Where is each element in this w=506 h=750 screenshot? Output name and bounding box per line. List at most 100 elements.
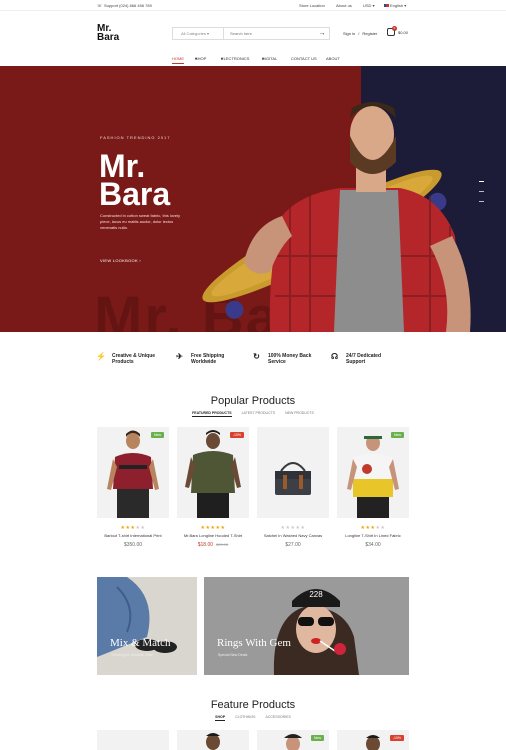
main-nav: HOME SHOP ▾ ELECTRONICS ▾ DIGITAL ▾ CONT… [0,56,506,64]
slider-dot[interactable] [479,181,484,182]
register-link[interactable]: Register [362,31,377,36]
slider-dot[interactable] [479,191,484,192]
account-links: Sign in / Register [343,31,377,36]
product-name[interactable]: Mr.Bara Longline Hooded T-Shirt [177,533,249,538]
product-name[interactable]: Longline T-Shirt In Lined Fabric [337,533,409,538]
promo-banner-mix-match[interactable]: Mix & Match Trending for Smashin Style [97,577,197,675]
svg-text:228: 228 [309,590,323,599]
tab-accessories[interactable]: ACCESSORIES [266,715,291,721]
category-select[interactable]: All Categories ▾ [173,28,224,39]
view-lookbook-link[interactable]: VIEW LOOKBOOK › [100,258,141,263]
product-card[interactable]: ★★★★★ Satchel In Washed Navy Canvas $27.… [257,427,329,548]
store-location-link[interactable]: Store Location [299,3,336,8]
product-image[interactable] [97,730,169,750]
banner-title: Rings With Gem [217,637,291,649]
new-badge: New [390,432,404,438]
product-price: $27.00 [285,542,301,548]
nav-contact-us[interactable]: CONTACT US [291,56,317,61]
nav-digital[interactable]: DIGITAL ▾ [262,56,277,61]
product-image[interactable]: -10% [177,427,249,518]
hero-title: Mr. Bara [99,148,171,212]
product-name[interactable]: Satchel In Washed Navy Canvas [257,533,329,538]
about-us-link[interactable]: About us [336,3,363,8]
support-info: ☏ Support (024) 666 456 789 [97,3,152,8]
divider: / [358,31,360,36]
active-underline [172,63,184,64]
refresh-icon: ↻ [253,352,260,361]
product-price: $34.00 [365,542,381,548]
tab-featured[interactable]: FEATURED PRODUCTS [192,411,232,417]
rating-stars: ★★★★★ [120,525,146,531]
cart-button[interactable]: 0 $0.00 [387,26,409,36]
banner-image [97,577,177,657]
discount-badge: -10% [229,432,244,438]
product-card[interactable] [97,730,169,750]
features-strip: ⚡ Creative & Unique Products ✈ Free Shipp… [0,353,506,373]
feature-products-title: Feature Products [210,699,296,711]
promo-banner-rings[interactable]: 228 Rings With Gem Special New Deals [204,577,409,675]
tab-shop[interactable]: SHOP [215,715,226,721]
product-card[interactable]: -10% ★★★★★ Mr.Bara Longline Hooded T-Shi… [177,427,249,548]
tab-new[interactable]: NEW PRODUCTS [285,411,314,417]
hero-description: Constructed in cotton sweat fabric, this… [100,213,181,230]
product-image[interactable]: -10% [337,730,409,750]
product-card[interactable] [177,730,249,750]
product-image[interactable] [177,730,249,750]
product-name[interactable]: Barlout T-shirt International Print [97,533,169,538]
product-card[interactable]: New ★★★★★ Longline T-Shirt In Lined Fabr… [337,427,409,548]
product-image[interactable]: New [97,427,169,518]
lightning-icon: ⚡ [96,352,106,361]
product-image[interactable] [257,427,329,518]
product-card[interactable]: New [257,730,329,750]
feature-item: ⚡ Creative & Unique Products [96,352,156,366]
hero-model-image [202,102,471,332]
slider-pagination [479,181,485,211]
top-bar: ☏ Support (024) 666 456 789 Store Locati… [0,0,506,11]
support-text: Support (024) 666 456 789 [104,3,152,8]
banner-image: 228 [204,577,409,675]
popular-products-title: Popular Products [210,395,296,407]
hero-tag: FASHION TRENDING 2017 [100,135,171,140]
headset-icon: ☊ [330,352,339,361]
arrow-right-icon: → [318,30,326,37]
feature-tabs: SHOP CLOTHINGS ACCESSORIES [0,715,506,721]
product-image[interactable]: New [337,427,409,518]
nav-home[interactable]: HOME [172,56,184,61]
cart-count-badge: 0 [392,26,397,31]
flag-icon [384,4,389,8]
phone-icon: ☏ [97,3,103,8]
product-card[interactable]: -10% [337,730,409,750]
product-card[interactable]: New ★★★★★ Barlout T-shirt International … [97,427,169,548]
banner-title: Mix & Match [110,637,171,649]
banner-subtitle: Trending for Smashin Style [111,653,154,657]
tab-latest[interactable]: LATEST PRODUCTS [242,411,276,417]
product-price: $18.00 $20.00 [197,542,229,548]
nav-about[interactable]: ABOUT [326,56,340,61]
cart-total: $0.00 [398,29,409,35]
hero-banner: Mr. Bara FASHION TRENDING 2017 Mr. Bara … [0,66,506,332]
slider-dot[interactable] [479,201,484,202]
new-badge: New [310,735,324,741]
tab-clothings[interactable]: CLOTHINGS [235,715,255,721]
discount-badge: -10% [389,735,404,741]
site-logo[interactable]: Mr. Bara [97,24,119,43]
banner-subtitle: Special New Deals [218,653,248,657]
feature-item: ↻ 100% Money Back Service [253,352,312,366]
search-bar: All Categories ▾ → [172,27,330,40]
rating-stars: ★★★★★ [280,525,306,531]
nav-electronics[interactable]: ELECTRONICS ▾ [221,56,249,61]
sign-in-link[interactable]: Sign in [343,31,355,36]
nav-shop[interactable]: SHOP ▾ [195,56,206,61]
product-price: $350.00 [123,542,143,548]
rating-stars: ★★★★★ [200,525,226,531]
feature-item: ✈ Free Shipping Worldwide [176,352,225,366]
search-input[interactable] [224,31,315,36]
currency-select[interactable]: USD ▾ [363,3,384,8]
rating-stars: ★★★★★ [360,525,386,531]
search-button[interactable]: → [315,28,329,39]
plane-icon: ✈ [176,352,183,361]
new-badge: New [150,432,164,438]
product-image[interactable]: New [257,730,329,750]
language-select[interactable]: English ▾ [384,3,414,8]
popular-tabs: FEATURED PRODUCTS LATEST PRODUCTS NEW PR… [0,411,506,417]
